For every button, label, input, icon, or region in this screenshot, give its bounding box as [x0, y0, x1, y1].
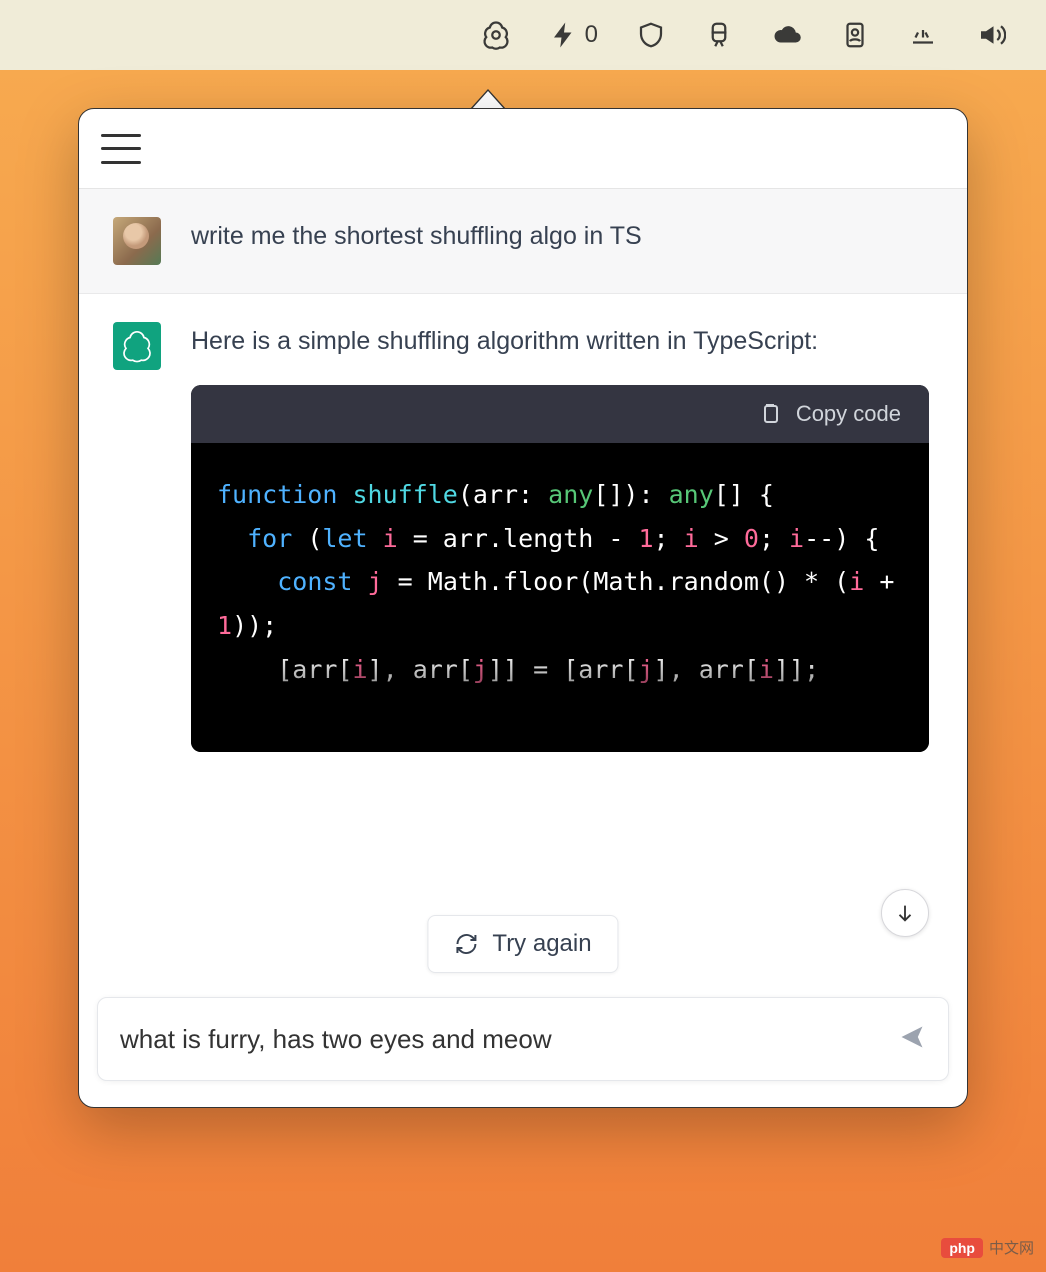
watermark-text: 中文网: [989, 1237, 1034, 1258]
code-block: Copy code function shuffle(arr: any[]): …: [191, 385, 929, 752]
arrow-down-icon: [894, 902, 916, 924]
user-message: write me the shortest shuffling algo in …: [79, 189, 967, 294]
assistant-message: Here is a simple shuffling algorithm wri…: [79, 294, 967, 780]
clipboard-icon: [758, 402, 782, 426]
cloud-menubar-icon[interactable]: [772, 20, 802, 50]
send-icon: [898, 1023, 926, 1051]
refresh-icon: [454, 932, 478, 956]
bolt-icon: [549, 20, 579, 50]
shield-icon: [636, 20, 666, 50]
openai-icon: [481, 20, 511, 50]
openai-menubar-icon[interactable]: [481, 20, 511, 50]
train-icon: [704, 20, 734, 50]
volume-icon: [976, 20, 1006, 50]
popover-caret: [470, 89, 506, 109]
topbar: [79, 109, 967, 189]
assistant-avatar: [113, 322, 161, 370]
copy-code-label: Copy code: [796, 397, 901, 431]
copy-code-button[interactable]: Copy code: [191, 385, 929, 443]
watermark: php 中文网: [941, 1237, 1034, 1258]
scroll-to-bottom-button[interactable]: [881, 889, 929, 937]
volume-menubar-icon[interactable]: [976, 20, 1006, 50]
id-badge-icon: [840, 20, 870, 50]
code-content: function shuffle(arr: any[]): any[] { fo…: [191, 443, 929, 752]
chat-popover: write me the shortest shuffling algo in …: [78, 108, 968, 1108]
try-again-button[interactable]: Try again: [427, 915, 618, 973]
id-menubar-icon[interactable]: [840, 20, 870, 50]
watermark-badge: php: [941, 1238, 983, 1258]
user-avatar: [113, 217, 161, 265]
menu-button[interactable]: [101, 134, 141, 164]
send-button[interactable]: [898, 1023, 926, 1056]
bolt-count: 0: [585, 21, 598, 49]
code-fade-overlay: [191, 652, 929, 752]
light-rays-icon: [908, 20, 938, 50]
message-input[interactable]: [120, 1024, 898, 1055]
menubar: 0: [0, 0, 1046, 70]
composer: [97, 997, 949, 1081]
openai-icon: [120, 329, 154, 363]
user-message-text: write me the shortest shuffling algo in …: [191, 217, 929, 265]
try-again-label: Try again: [492, 930, 591, 958]
shield-menubar-icon[interactable]: [636, 20, 666, 50]
train-menubar-icon[interactable]: [704, 20, 734, 50]
cloud-icon: [772, 20, 802, 50]
assistant-intro-text: Here is a simple shuffling algorithm wri…: [191, 322, 929, 361]
rays-menubar-icon[interactable]: [908, 20, 938, 50]
bolt-menubar-item[interactable]: 0: [549, 20, 598, 50]
assistant-message-body: Here is a simple shuffling algorithm wri…: [191, 322, 929, 752]
